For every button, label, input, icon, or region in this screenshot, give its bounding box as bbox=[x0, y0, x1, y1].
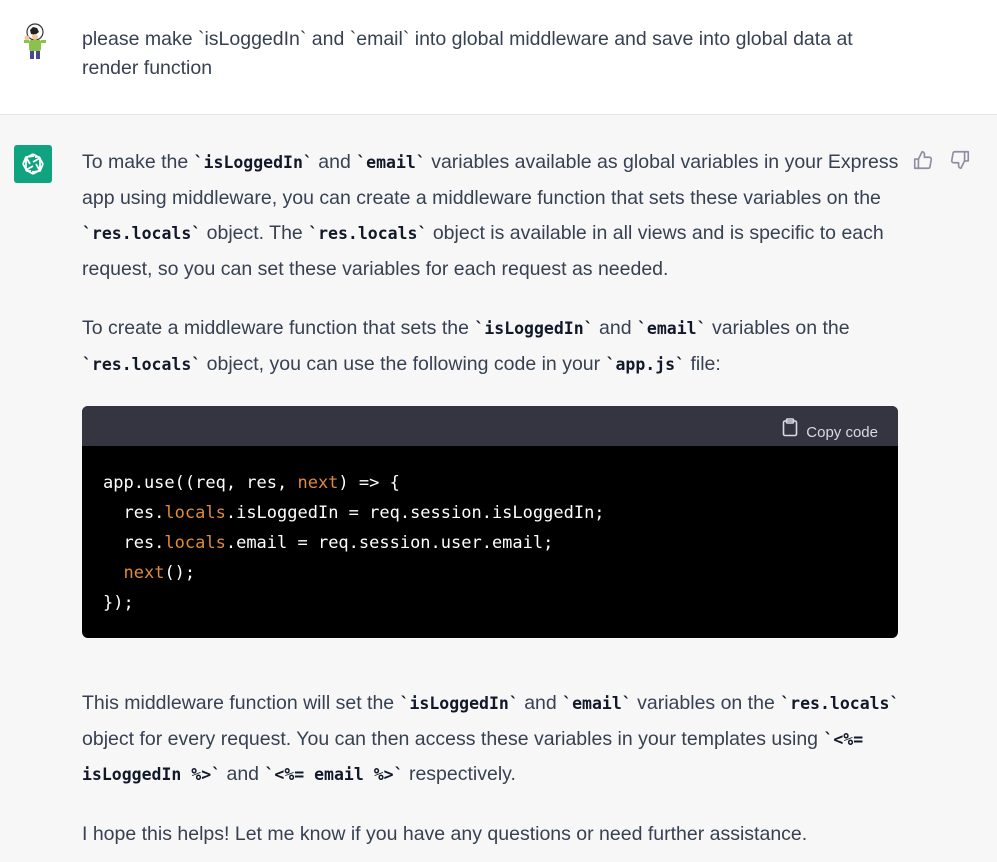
inline-code: `isLoggedIn` bbox=[193, 153, 313, 172]
code-text: app.use((req, res, bbox=[103, 473, 298, 493]
inline-code: `<%= email %>` bbox=[264, 765, 404, 784]
inline-code: `isLoggedIn` bbox=[474, 319, 594, 338]
text: To make the bbox=[82, 151, 194, 173]
text: object, you can use the following code i… bbox=[201, 352, 606, 375]
code-block-header: Copy code bbox=[82, 406, 898, 446]
inline-code: `res.locals` bbox=[780, 694, 900, 713]
copy-code-label: Copy code bbox=[806, 424, 878, 441]
code-line-3: res.locals.email = req.session.user.emai… bbox=[103, 528, 877, 558]
paragraph-3: This middleware function will set the `i… bbox=[82, 686, 900, 793]
assistant-message-content: To make the `isLoggedIn` and `email` var… bbox=[82, 145, 900, 852]
inline-code: `res.locals` bbox=[82, 224, 202, 243]
inline-code: `app.js` bbox=[605, 354, 686, 374]
soccer-player-avatar-icon bbox=[15, 22, 53, 62]
code-text: res. bbox=[103, 533, 165, 553]
clipboard-icon bbox=[782, 415, 798, 451]
code-keyword: next bbox=[123, 563, 165, 583]
code-block: Copy code app.use((req, res, next) => { … bbox=[82, 406, 898, 638]
code-keyword: locals bbox=[164, 533, 226, 553]
inline-code: `res.locals` bbox=[82, 354, 202, 374]
code-text: .email = req.session.user.email; bbox=[225, 533, 554, 553]
code-line-1: app.use((req, res, next) => { bbox=[103, 468, 877, 498]
code-keyword: next bbox=[297, 473, 339, 493]
code-line-4: next(); bbox=[103, 558, 877, 588]
text: file: bbox=[685, 352, 721, 375]
code-content[interactable]: app.use((req, res, next) => { res.locals… bbox=[82, 446, 898, 638]
text: and bbox=[221, 763, 265, 785]
user-message-row: please make `isLoggedIn` and `email` int… bbox=[0, 0, 997, 115]
paragraph-2: To create a middleware function that set… bbox=[82, 311, 900, 382]
text: This middleware function will set the bbox=[82, 692, 400, 714]
openai-logo-icon bbox=[14, 145, 52, 183]
paragraph-1: To make the `isLoggedIn` and `email` var… bbox=[82, 145, 900, 287]
text: respectively. bbox=[403, 763, 516, 785]
paragraph-4: I hope this helps! Let me know if you ha… bbox=[82, 822, 808, 845]
thumbs-down-icon[interactable] bbox=[949, 149, 971, 171]
inline-code: `isLoggedIn` bbox=[399, 694, 519, 713]
text: variables on the bbox=[706, 317, 850, 339]
code-text: ) => { bbox=[338, 473, 400, 493]
code-text: (); bbox=[164, 563, 196, 583]
feedback-buttons bbox=[912, 149, 971, 171]
text: and bbox=[593, 317, 637, 339]
code-line-2: res.locals.isLoggedIn = req.session.isLo… bbox=[103, 498, 877, 528]
text: object. The bbox=[201, 222, 309, 244]
code-keyword: locals bbox=[164, 503, 226, 523]
inline-code: `email` bbox=[356, 153, 426, 172]
text: To create a middleware function that set… bbox=[82, 317, 475, 339]
text: and bbox=[312, 151, 357, 173]
text: and bbox=[518, 692, 563, 714]
copy-code-button[interactable]: Copy code bbox=[782, 415, 878, 451]
code-line-5: }); bbox=[103, 593, 134, 613]
code-text: .isLoggedIn = req.session.isLoggedIn; bbox=[225, 503, 605, 523]
inline-code: `email` bbox=[636, 319, 707, 338]
code-text: res. bbox=[103, 503, 165, 523]
text: variables on the bbox=[631, 692, 781, 714]
inline-code: `email` bbox=[562, 694, 632, 713]
thumbs-up-icon[interactable] bbox=[912, 149, 934, 171]
assistant-message-row: To make the `isLoggedIn` and `email` var… bbox=[0, 115, 997, 862]
text: object for every request. You can then a… bbox=[82, 727, 824, 750]
user-message-text: please make `isLoggedIn` and `email` int… bbox=[82, 28, 853, 79]
inline-code: `res.locals` bbox=[308, 224, 428, 243]
